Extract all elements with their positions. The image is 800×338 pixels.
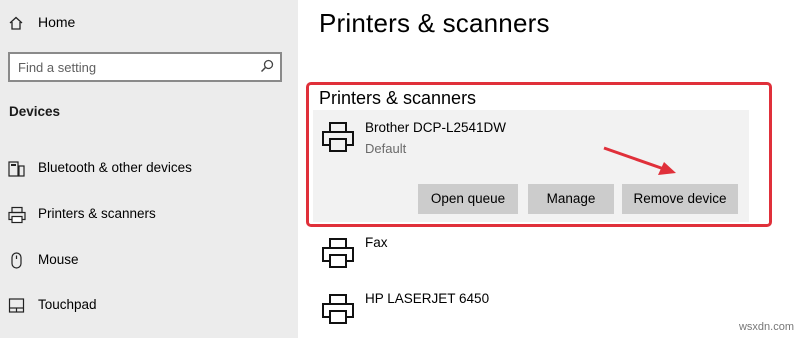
sidebar-item-printers[interactable]: Printers & scanners: [0, 199, 298, 229]
printer-icon: [321, 292, 355, 331]
page-title: Printers & scanners: [319, 8, 550, 38]
device-list-item[interactable]: Fax: [313, 232, 749, 278]
sidebar-item-label: Touchpad: [38, 297, 97, 312]
highlight-box: [306, 82, 772, 227]
touchpad-icon: [8, 297, 26, 320]
device-list-item[interactable]: HP LASERJET 6450: [313, 288, 749, 334]
settings-sidebar: Home Devices Bluetooth & other devices P…: [0, 0, 298, 338]
device-name: HP LASERJET 6450: [365, 291, 490, 306]
home-icon: [8, 15, 24, 36]
sidebar-item-touchpad[interactable]: Touchpad: [0, 290, 298, 320]
sidebar-item-label: Mouse: [38, 252, 79, 267]
watermark: wsxdn.com: [738, 321, 794, 333]
sidebar-section-title: Devices: [9, 104, 61, 119]
arrow-annotation-icon: [600, 140, 680, 185]
device-name: Fax: [365, 235, 388, 250]
sidebar-item-bluetooth[interactable]: Bluetooth & other devices: [0, 153, 298, 183]
mouse-icon: [8, 252, 26, 275]
sidebar-item-label: Printers & scanners: [38, 206, 156, 221]
fax-icon: [321, 236, 355, 275]
printer-icon: [8, 206, 26, 229]
bluetooth-devices-icon: [8, 160, 26, 183]
sidebar-item-label: Bluetooth & other devices: [38, 160, 192, 175]
search-input[interactable]: [18, 58, 248, 76]
sidebar-item-mouse[interactable]: Mouse: [0, 245, 298, 275]
nav-home-label: Home: [38, 14, 76, 30]
search-box: [8, 52, 282, 82]
search-icon[interactable]: [260, 59, 274, 78]
